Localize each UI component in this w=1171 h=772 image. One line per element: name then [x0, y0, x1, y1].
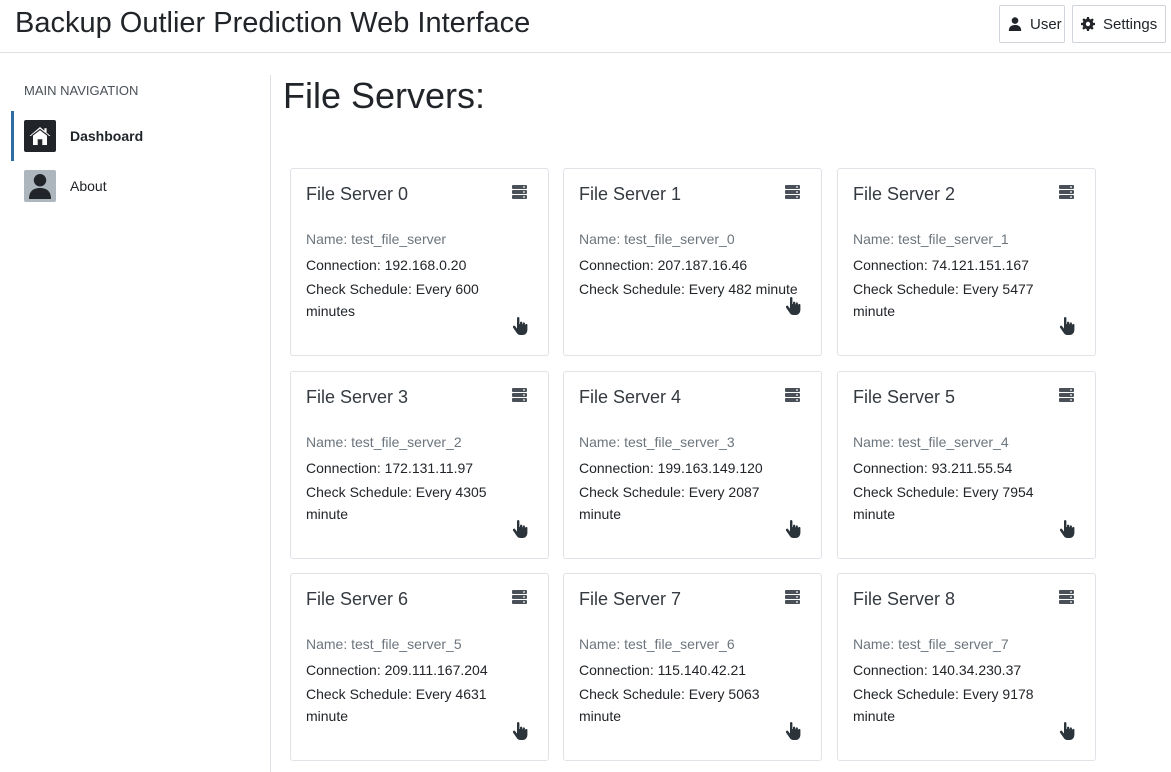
settings-button[interactable]: Settings: [1072, 5, 1166, 43]
pointer-hand-icon[interactable]: [785, 722, 801, 740]
card-title: File Server 3: [306, 387, 409, 407]
server-name: Name: test_file_server_5: [306, 636, 462, 652]
user-button-label: User: [1030, 15, 1062, 33]
pointer-hand-icon[interactable]: [1059, 520, 1075, 538]
user-icon: [1008, 17, 1022, 31]
file-server-card[interactable]: File Server 1 Name: test_file_server_0 C…: [563, 168, 822, 356]
card-title: File Server 4: [579, 387, 682, 407]
pointer-hand-icon[interactable]: [1059, 317, 1075, 335]
card-title: File Server 8: [853, 589, 956, 609]
card-title: File Server 7: [579, 589, 682, 609]
server-icon: [1059, 590, 1074, 604]
server-connection: Connection: 115.140.42.21: [579, 662, 747, 678]
sidebar-item-label: Dashboard: [70, 128, 144, 144]
page-title: File Servers:: [283, 75, 486, 116]
server-connection: Connection: 192.168.0.20: [306, 257, 467, 273]
file-server-card[interactable]: File Server 3 Name: test_file_server_2 C…: [290, 371, 549, 559]
pointer-hand-icon[interactable]: [1059, 722, 1075, 740]
server-connection: Connection: 209.111.167.204: [306, 662, 488, 678]
server-name: Name: test_file_server_0: [579, 231, 735, 247]
sidebar-item-dashboard[interactable]: Dashboard: [11, 111, 261, 161]
server-name: Name: test_file_server: [306, 231, 447, 247]
sidebar-divider: [270, 75, 271, 772]
server-icon: [785, 590, 800, 604]
server-name: Name: test_file_server_4: [853, 434, 1009, 450]
file-server-card[interactable]: File Server 0 Name: test_file_server Con…: [290, 168, 549, 356]
server-connection: Connection: 207.187.16.46: [579, 257, 748, 273]
card-title: File Server 2: [853, 184, 956, 204]
user-icon: [24, 170, 56, 202]
server-schedule: Check Schedule: Every 7954 minute: [853, 484, 1034, 522]
file-server-card[interactable]: File Server 2 Name: test_file_server_1 C…: [837, 168, 1096, 356]
server-schedule: Check Schedule: Every 2087 minute: [579, 484, 760, 522]
card-title: File Server 0: [306, 184, 409, 204]
server-name: Name: test_file_server_3: [579, 434, 735, 450]
server-connection: Connection: 140.34.230.37: [853, 662, 1022, 678]
server-name: Name: test_file_server_2: [306, 434, 462, 450]
server-connection: Connection: 172.131.11.97: [306, 460, 474, 476]
sidebar-item-label: About: [70, 178, 107, 194]
app-title: Backup Outlier Prediction Web Interface: [15, 7, 531, 39]
pointer-hand-icon[interactable]: [785, 520, 801, 538]
server-name: Name: test_file_server_6: [579, 636, 735, 652]
pointer-hand-icon[interactable]: [512, 520, 528, 538]
server-icon: [1059, 185, 1074, 199]
server-schedule: Check Schedule: Every 4305 minute: [306, 484, 487, 522]
nav-heading: MAIN NAVIGATION: [24, 83, 139, 98]
server-connection: Connection: 74.121.151.167: [853, 257, 1029, 273]
server-schedule: Check Schedule: Every 482 minute: [579, 281, 798, 297]
file-server-card[interactable]: File Server 4 Name: test_file_server_3 C…: [563, 371, 822, 559]
pointer-hand-icon[interactable]: [512, 722, 528, 740]
file-server-card[interactable]: File Server 5 Name: test_file_server_4 C…: [837, 371, 1096, 559]
server-schedule: Check Schedule: Every 5063 minute: [579, 686, 760, 724]
card-title: File Server 1: [579, 184, 682, 204]
pointer-hand-icon[interactable]: [512, 317, 528, 335]
server-schedule: Check Schedule: Every 4631 minute: [306, 686, 487, 724]
server-connection: Connection: 199.163.149.120: [579, 460, 763, 476]
server-schedule: Check Schedule: Every 9178 minute: [853, 686, 1034, 724]
server-icon: [512, 590, 527, 604]
server-icon: [785, 185, 800, 199]
server-name: Name: test_file_server_7: [853, 636, 1009, 652]
top-header: Backup Outlier Prediction Web Interface …: [0, 0, 1171, 53]
sidebar: MAIN NAVIGATION Dashboard About: [0, 53, 271, 772]
home-icon: [24, 120, 56, 152]
file-server-card[interactable]: File Server 6 Name: test_file_server_5 C…: [290, 573, 549, 761]
file-server-card[interactable]: File Server 8 Name: test_file_server_7 C…: [837, 573, 1096, 761]
file-server-card[interactable]: File Server 7 Name: test_file_server_6 C…: [563, 573, 822, 761]
card-title: File Server 6: [306, 589, 409, 609]
server-icon: [1059, 388, 1074, 402]
user-button[interactable]: User: [999, 5, 1065, 43]
server-name: Name: test_file_server_1: [853, 231, 1009, 247]
pointer-hand-icon[interactable]: [785, 297, 801, 315]
server-connection: Connection: 93.211.55.54: [853, 460, 1013, 476]
gear-icon: [1081, 17, 1095, 31]
server-icon: [512, 388, 527, 402]
settings-button-label: Settings: [1103, 15, 1158, 33]
card-title: File Server 5: [853, 387, 956, 407]
server-icon: [512, 185, 527, 199]
sidebar-item-about[interactable]: About: [11, 161, 261, 211]
server-icon: [785, 388, 800, 402]
server-schedule: Check Schedule: Every 600 minutes: [306, 281, 479, 319]
server-schedule: Check Schedule: Every 5477 minute: [853, 281, 1034, 319]
